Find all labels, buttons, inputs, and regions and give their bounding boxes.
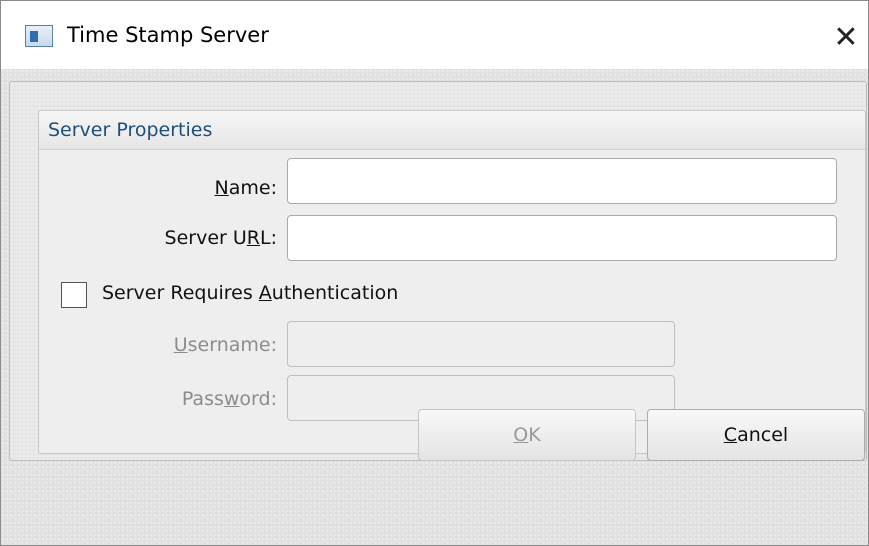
close-icon: ✕ xyxy=(833,19,859,55)
password-label: Password: xyxy=(181,388,277,410)
username-input[interactable] xyxy=(287,321,675,367)
auth-checkbox[interactable] xyxy=(61,282,87,308)
group-header: Server Properties xyxy=(39,111,865,150)
ok-button[interactable]: OK xyxy=(418,409,636,461)
time-stamp-server-dialog: Time Stamp Server ✕ Server Properties Na… xyxy=(0,0,869,546)
close-button[interactable]: ✕ xyxy=(824,15,868,59)
title-bar: Time Stamp Server ✕ xyxy=(1,1,868,69)
username-label: Username: xyxy=(173,334,277,356)
cancel-button[interactable]: Cancel xyxy=(647,409,865,461)
window-title: Time Stamp Server xyxy=(67,23,269,47)
server-url-label: Server URL: xyxy=(164,227,277,249)
name-input[interactable] xyxy=(287,158,837,204)
server-url-input[interactable] xyxy=(287,215,837,261)
auth-checkbox-label[interactable]: Server Requires Authentication xyxy=(102,282,398,304)
group-title: Server Properties xyxy=(48,119,213,141)
name-label: Name: xyxy=(214,177,277,199)
dialog-content: Server Properties xyxy=(1,69,868,545)
window-icon xyxy=(25,25,53,47)
